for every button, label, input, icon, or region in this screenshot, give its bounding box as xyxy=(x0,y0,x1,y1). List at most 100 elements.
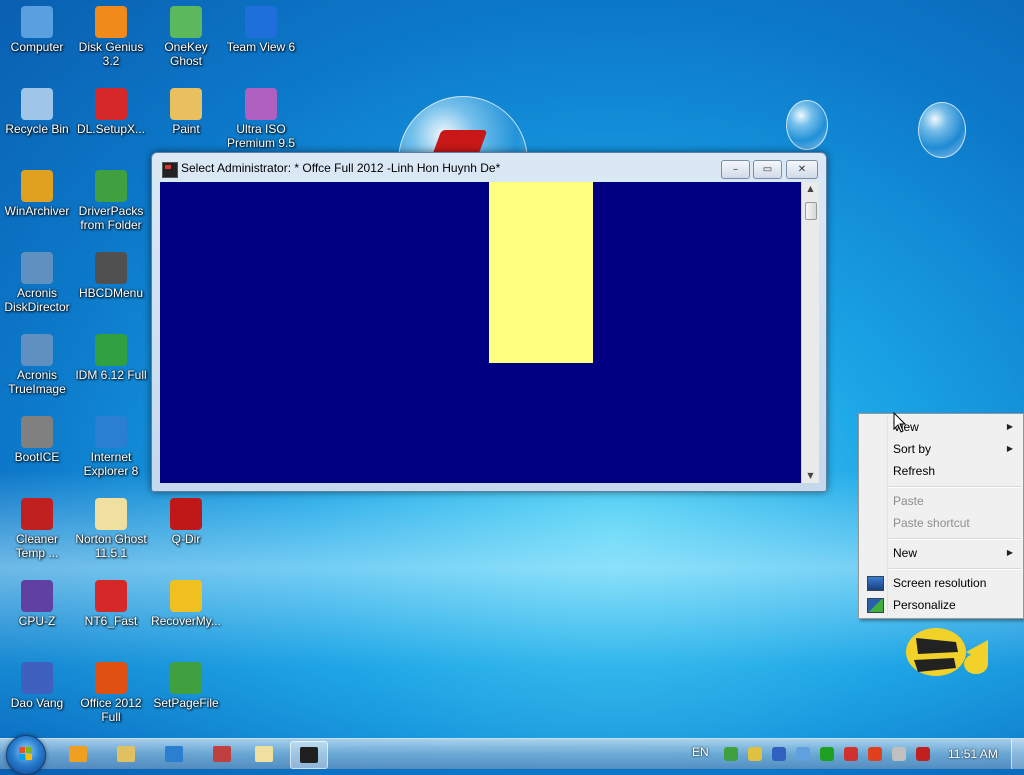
taskbar-button[interactable] xyxy=(156,741,192,767)
language-indicator[interactable]: EN xyxy=(692,745,709,759)
desktop-context-menu: View ▶ Sort by ▶ Refresh Paste Paste sho… xyxy=(858,413,1024,619)
desktop-shortcut[interactable]: OneKey Ghost xyxy=(149,6,223,68)
cpuz-icon xyxy=(21,580,53,612)
disk-genius-icon xyxy=(95,6,127,38)
desktop-shortcut[interactable]: DL.SetupX... xyxy=(74,88,148,136)
desktop-shortcut[interactable]: WinArchiver xyxy=(0,170,74,218)
recovermyfiles-icon xyxy=(170,580,202,612)
dlsetup-icon xyxy=(95,88,127,120)
desktop-shortcut-label: BootICE xyxy=(14,450,60,464)
stack-tray-icon[interactable] xyxy=(748,747,762,761)
chevron-up-icon: ▲ xyxy=(807,184,814,193)
menu-item-paste-shortcut[interactable]: Paste shortcut xyxy=(861,513,1019,533)
desktop-shortcut[interactable]: SetPageFile xyxy=(149,662,223,710)
shield-tray-icon[interactable] xyxy=(844,747,858,761)
menu-item-paste[interactable]: Paste xyxy=(861,491,1019,511)
desktop-shortcut[interactable]: HBCDMenu xyxy=(74,252,148,300)
desktop-shortcut-label: Q-Dir xyxy=(171,532,201,546)
desktop-shortcut[interactable]: Norton Ghost 11.5.1 xyxy=(74,498,148,560)
menu-item-sort-by[interactable]: Sort by ▶ xyxy=(861,439,1019,459)
taskbar-button[interactable] xyxy=(108,741,144,767)
menu-item-label: Personalize xyxy=(893,598,956,612)
play-tray-icon[interactable] xyxy=(820,747,834,761)
scroll-up-button[interactable]: ▲ xyxy=(802,182,819,196)
console-output-area[interactable] xyxy=(160,182,801,483)
desktop-shortcut[interactable]: Internet Explorer 8 xyxy=(74,416,148,478)
show-desktop-button[interactable] xyxy=(1011,739,1024,769)
scroll-down-button[interactable]: ▼ xyxy=(802,469,819,483)
menu-item-label: Refresh xyxy=(893,464,936,478)
desktop-shortcut[interactable]: BootICE xyxy=(0,416,74,464)
onekey-ghost-icon xyxy=(170,6,202,38)
personalize-icon xyxy=(867,598,884,613)
desktop-shortcut[interactable]: Computer xyxy=(0,6,74,54)
desktop-shortcut-label: Office 2012 Full xyxy=(80,696,142,724)
desktop-shortcut[interactable]: CPU-Z xyxy=(0,580,74,628)
taskbar: EN 11:51 AM xyxy=(0,735,1024,775)
scroll-thumb[interactable] xyxy=(805,202,817,220)
computer-icon xyxy=(21,6,53,38)
vertical-scrollbar[interactable]: ▲ ▼ xyxy=(801,182,819,483)
desktop-shortcut-label: Team View 6 xyxy=(226,40,296,54)
submenu-arrow-icon: ▶ xyxy=(1006,548,1013,557)
chevron-down-icon: ▼ xyxy=(807,471,814,480)
command-prompt-window[interactable]: Select Administrator: * Offce Full 2012 … xyxy=(151,152,827,492)
desktop-shortcut-label: OneKey Ghost xyxy=(164,40,208,68)
desktop-shortcut-label: IDM 6.12 Full xyxy=(75,368,147,382)
desktop-shortcut[interactable]: Disk Genius 3.2 xyxy=(74,6,148,68)
minimize-button[interactable]: – xyxy=(721,160,750,179)
desktop-shortcut[interactable]: Dao Vang xyxy=(0,662,74,710)
desktop-shortcut-label: Dao Vang xyxy=(10,696,64,710)
menu-item-view[interactable]: View ▶ xyxy=(861,417,1019,437)
menu-item-label: Screen resolution xyxy=(893,576,987,590)
close-button[interactable]: ✕ xyxy=(786,160,818,179)
device-tray-icon[interactable] xyxy=(772,747,786,761)
desktop-shortcut[interactable]: Cleaner Temp ... xyxy=(0,498,74,560)
desktop-shortcut-label: Norton Ghost 11.5.1 xyxy=(75,532,147,560)
desktop-shortcut[interactable]: IDM 6.12 Full xyxy=(74,334,148,382)
file-explorer-icon xyxy=(117,746,135,762)
desktop-shortcut[interactable]: Acronis TrueImage xyxy=(0,334,74,396)
teamviewer-icon xyxy=(245,6,277,38)
internet-explorer-icon xyxy=(95,416,127,448)
menu-item-personalize[interactable]: Personalize xyxy=(861,595,1019,615)
desktop-shortcut-label: HBCDMenu xyxy=(78,286,144,300)
desktop-shortcut[interactable]: Q-Dir xyxy=(149,498,223,546)
taskbar-button[interactable] xyxy=(246,741,282,767)
window-titlebar[interactable]: Select Administrator: * Offce Full 2012 … xyxy=(152,153,826,183)
menu-item-new[interactable]: New ▶ xyxy=(861,543,1019,563)
desktop-shortcut[interactable]: Team View 6 xyxy=(224,6,298,54)
wallpaper-fish xyxy=(906,628,988,676)
network-icon xyxy=(213,746,231,762)
command-prompt-icon xyxy=(162,162,178,178)
desktop-shortcut[interactable]: Recycle Bin xyxy=(0,88,74,136)
desktop-shortcut[interactable]: Ultra ISO Premium 9.5 xyxy=(224,88,298,150)
start-button[interactable] xyxy=(6,735,46,775)
menu-item-refresh[interactable]: Refresh xyxy=(861,461,1019,481)
hardware-tray-icon[interactable] xyxy=(796,747,810,761)
desktop-shortcut[interactable]: DriverPacks from Folder xyxy=(74,170,148,232)
norton-ghost-icon xyxy=(255,746,273,762)
minimize-icon: – xyxy=(733,164,738,175)
driverpacks-icon xyxy=(95,170,127,202)
windows-logo-bubble xyxy=(786,100,828,150)
desktop-shortcut[interactable]: RecoverMy... xyxy=(149,580,223,628)
taskbar-button[interactable] xyxy=(204,741,240,767)
flag-tray-icon[interactable] xyxy=(868,747,882,761)
desktop-shortcut-label: CPU-Z xyxy=(18,614,56,628)
menu-item-screen-resolution[interactable]: Screen resolution xyxy=(861,573,1019,593)
daovang-icon xyxy=(21,662,53,694)
taskbar-button[interactable] xyxy=(290,741,328,769)
desktop-shortcut[interactable]: NT6_Fast xyxy=(74,580,148,628)
maximize-button[interactable]: ▭ xyxy=(753,160,782,179)
desktop-shortcut[interactable]: Office 2012 Full xyxy=(74,662,148,724)
desktop-shortcut[interactable]: Acronis DiskDirector xyxy=(0,252,74,314)
volume-muted-icon[interactable] xyxy=(916,747,930,761)
cleaner-icon xyxy=(21,498,53,530)
globe-tray-icon[interactable] xyxy=(724,747,738,761)
screen-resolution-icon xyxy=(867,576,884,591)
taskbar-clock[interactable]: 11:51 AM xyxy=(948,747,998,761)
screen-tray-icon[interactable] xyxy=(892,747,906,761)
taskbar-button[interactable] xyxy=(60,741,96,767)
desktop-shortcut[interactable]: Paint xyxy=(149,88,223,136)
